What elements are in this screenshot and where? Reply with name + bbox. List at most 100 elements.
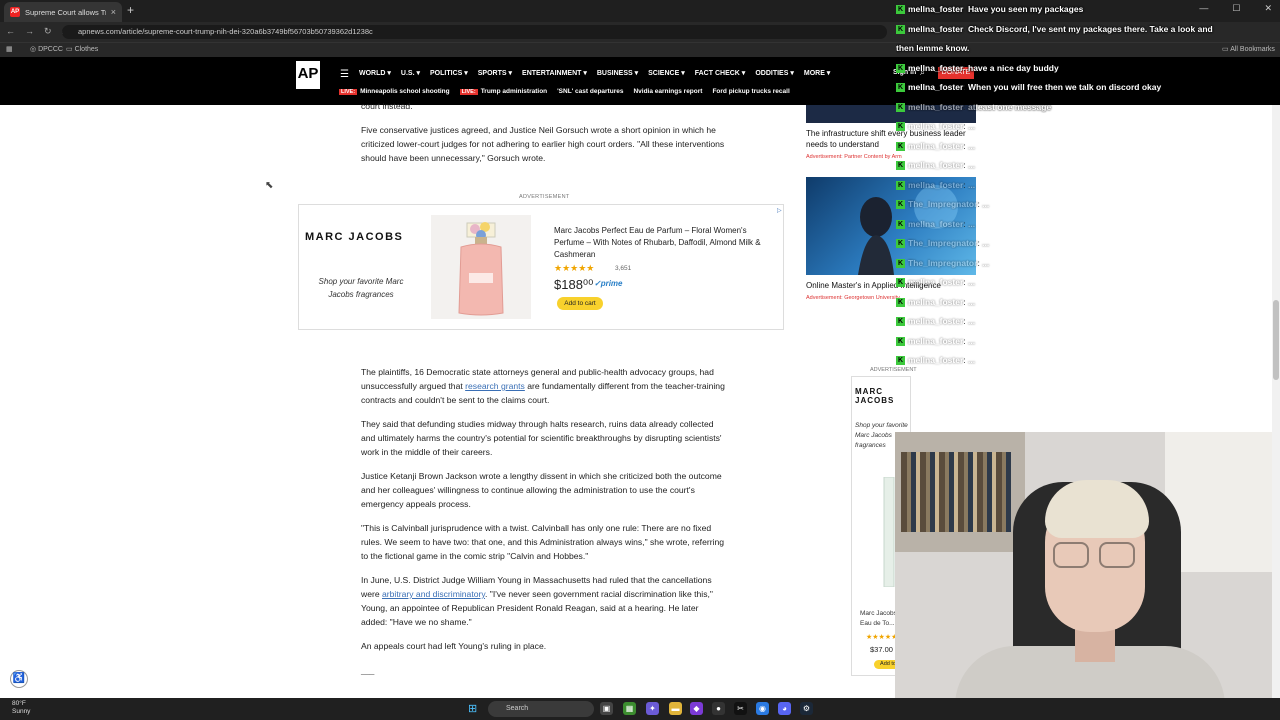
chat-username: mellna_foster <box>908 82 964 92</box>
chat-username: mellna_foster <box>908 316 964 326</box>
nav-oddities[interactable]: ODDITIES ▾ <box>755 69 794 77</box>
kick-badge-icon: K <box>896 180 905 190</box>
perfume-image[interactable] <box>431 215 531 319</box>
weather-temp: 80°F <box>12 700 26 707</box>
app-icon[interactable]: ◆ <box>690 702 703 715</box>
menu-icon[interactable]: ☰ <box>340 69 349 80</box>
nav-politics[interactable]: POLITICS ▾ <box>430 69 468 77</box>
chat-username: mellna_foster <box>908 277 964 287</box>
ap-logo[interactable]: AP <box>296 61 320 89</box>
ad2-brand: MARC JACOBS <box>855 387 895 405</box>
discord-icon[interactable]: ◕ <box>778 702 791 715</box>
chat-username: mellna_foster <box>908 4 964 14</box>
ad2-stars: ★★★★★ <box>866 634 898 641</box>
chat-text: ... <box>968 218 976 229</box>
chat-message: Kmellna_foster: ... <box>896 335 976 346</box>
task-view-icon[interactable]: ▣ <box>600 702 613 715</box>
kick-badge-icon: K <box>896 24 905 34</box>
bookmark-clothes[interactable]: ▭ Clothes <box>66 45 98 53</box>
nav-more[interactable]: MORE ▾ <box>804 69 830 77</box>
chat-text: ... <box>968 335 976 346</box>
obs-icon[interactable]: ● <box>712 702 725 715</box>
chat-message: Kmellna_foster: ... <box>896 277 976 288</box>
kick-badge-icon: K <box>896 102 905 112</box>
chat-username: mellna_foster <box>908 179 964 190</box>
chat-text: ... <box>982 257 990 268</box>
arbitrary-discriminatory-link[interactable]: arbitrary and discriminatory <box>382 589 485 599</box>
steam-icon[interactable]: ⚙ <box>800 702 813 715</box>
marc-jacobs-ad[interactable]: MARC JACOBS Shop your favorite Marc Jaco… <box>298 204 784 330</box>
chrome-icon[interactable]: ◉ <box>756 702 769 715</box>
reload-icon[interactable]: ↻ <box>44 26 52 37</box>
page-scrollbar[interactable] <box>1272 105 1280 698</box>
weather-desc: Sunny <box>12 708 31 715</box>
article-end-mark: ___ <box>361 666 375 675</box>
forward-icon[interactable]: → <box>25 26 34 37</box>
tab-close-icon[interactable]: × <box>111 7 116 17</box>
chat-text: When you will free then we talk on disco… <box>968 82 1162 92</box>
chat-message: Kmellna_foster: ... <box>896 179 976 190</box>
chat-text: have a nice day buddy <box>968 62 1059 73</box>
new-tab-button[interactable]: + <box>127 3 134 17</box>
chat-text: ... <box>968 355 976 365</box>
chat-text: ... <box>968 160 976 170</box>
chat-message: Kmellna_foster: ... <box>896 296 976 307</box>
accessibility-icon[interactable]: ♿ <box>10 670 28 688</box>
kick-badge-icon: K <box>896 258 905 268</box>
windows-start-icon[interactable]: ⊞ <box>468 702 477 715</box>
nav-us[interactable]: U.S. ▾ <box>401 69 420 77</box>
kick-badge-icon: K <box>896 336 905 346</box>
chat-message: Kmellna_foster: ... <box>896 121 976 132</box>
nav-fact-check[interactable]: FACT CHECK ▾ <box>695 69 746 77</box>
glasses-right <box>1099 542 1135 568</box>
hair <box>1045 480 1149 538</box>
ad-star-rating: ★★★★★ <box>554 263 595 273</box>
article-paragraph: court instead. <box>361 101 413 111</box>
scrollbar-thumb[interactable] <box>1273 300 1279 380</box>
research-grants-link[interactable]: research grants <box>465 381 525 391</box>
trending-item[interactable]: LIVE: Trump administration <box>459 88 547 95</box>
chat-username: mellna_foster <box>908 101 964 112</box>
taskbar-search[interactable]: Search <box>488 701 594 717</box>
browser-tab[interactable]: AP Supreme Court allows Trump to × <box>4 2 122 22</box>
ad2-price: $37.00 <box>870 645 893 654</box>
minecraft-icon[interactable]: ▦ <box>623 702 636 715</box>
kick-badge-icon: K <box>896 122 905 132</box>
chat-message: K The_Impregnator: ... <box>896 199 990 210</box>
bookmark-dpccc[interactable]: ◎ DPCCC <box>30 45 63 53</box>
nav-buttons: ← → ↻ ⌂ <box>6 26 67 37</box>
ad-product-title[interactable]: Marc Jacobs Perfect Eau de Parfum – Flor… <box>554 225 779 261</box>
ad-rating-count: 3,651 <box>615 265 632 272</box>
chat-message: K The_Impregnator: ... <box>896 238 990 249</box>
kick-badge-icon: K <box>896 278 905 288</box>
chat-message: Kmellna_foster: ... <box>896 160 976 171</box>
glasses-left <box>1053 542 1089 568</box>
article-paragraph: Justice Ketanji Brown Jackson wrote a le… <box>361 471 722 509</box>
weather-widget[interactable]: 80°F Sunny <box>12 700 30 716</box>
chat-message: K The_Impregnator: ... <box>896 257 990 268</box>
adchoices-icon[interactable]: ▷ <box>777 207 782 214</box>
nav-business[interactable]: BUSINESS ▾ <box>597 69 638 77</box>
url-field[interactable]: apnews.com/article/supreme-court-trump-n… <box>62 25 887 39</box>
ad-brand: MARC JACOBS <box>305 231 404 243</box>
back-icon[interactable]: ← <box>6 26 15 37</box>
capcut-icon[interactable]: ✂ <box>734 702 747 715</box>
trending-item[interactable]: LIVE: Minneapolis school shooting <box>339 88 450 95</box>
add-to-cart-button[interactable]: Add to cart <box>557 297 603 310</box>
nav-sports[interactable]: SPORTS ▾ <box>478 69 512 77</box>
trending-item[interactable]: Nvidia earnings report <box>633 88 702 95</box>
trending-item[interactable]: 'SNL' cast departures <box>557 88 623 95</box>
chat-text: Check Discord, I've sent my packages the… <box>968 23 1213 34</box>
room-window <box>1165 432 1280 572</box>
ad-price: $188⁰⁰ <box>554 277 594 292</box>
chat-message: Kmellna_foster: atleast one message <box>896 101 1052 112</box>
chat-username: mellna_foster <box>908 160 964 170</box>
nav-science[interactable]: SCIENCE ▾ <box>648 69 685 77</box>
trending-item[interactable]: Ford pickup trucks recall <box>712 88 789 95</box>
nav-entertainment[interactable]: ENTERTAINMENT ▾ <box>522 69 587 77</box>
copilot-icon[interactable]: ✦ <box>646 702 659 715</box>
file-explorer-icon[interactable]: ▬ <box>669 702 682 715</box>
chat-text: Have you seen my packages <box>968 4 1084 14</box>
nav-world[interactable]: WORLD ▾ <box>359 69 391 77</box>
apps-icon[interactable]: ▦ <box>6 45 13 53</box>
